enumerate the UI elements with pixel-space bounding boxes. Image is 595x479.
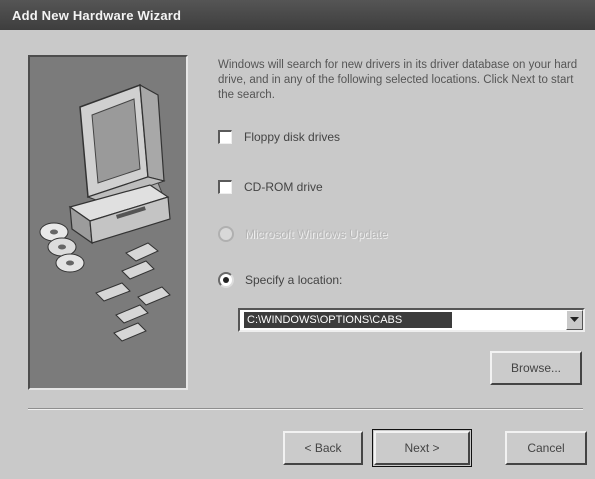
cdrom-checkbox[interactable]: [218, 180, 232, 194]
cancel-button[interactable]: Cancel: [505, 431, 587, 465]
dropdown-button[interactable]: [566, 310, 583, 330]
title-bar[interactable]: Add New Hardware Wizard: [0, 0, 595, 30]
floppy-label: Floppy disk drives: [244, 130, 341, 144]
instructions-text: Windows will search for new drivers in i…: [218, 59, 578, 101]
wizard-artwork: [28, 55, 188, 390]
floppy-option[interactable]: Floppy disk drives: [218, 127, 340, 147]
window-title: Add New Hardware Wizard: [12, 8, 182, 23]
chevron-down-icon: [570, 317, 579, 322]
computer-icon: [39, 83, 171, 342]
monitor-illustration: [68, 83, 171, 245]
specify-location-radio[interactable]: [218, 272, 234, 288]
windows-update-radio: [218, 226, 234, 242]
browse-button[interactable]: Browse...: [490, 351, 582, 385]
floppy-disk-icon: [95, 242, 171, 342]
floppy-checkbox[interactable]: [218, 130, 232, 144]
specify-location-label: Specify a location:: [245, 273, 343, 287]
next-button[interactable]: Next >: [372, 429, 472, 467]
cdrom-label: CD-ROM drive: [244, 180, 323, 194]
specify-location-option[interactable]: Specify a location:: [218, 270, 342, 290]
cdrom-option[interactable]: CD-ROM drive: [218, 177, 323, 197]
location-combobox[interactable]: C:\WINDOWS\OPTIONS\CABS: [238, 308, 585, 332]
windows-update-option: Microsoft Windows Update: [218, 224, 388, 244]
windows-update-label: Microsoft Windows Update: [245, 227, 388, 241]
back-button[interactable]: < Back: [283, 431, 363, 465]
location-value[interactable]: C:\WINDOWS\OPTIONS\CABS: [244, 312, 452, 328]
separator: [28, 408, 583, 410]
